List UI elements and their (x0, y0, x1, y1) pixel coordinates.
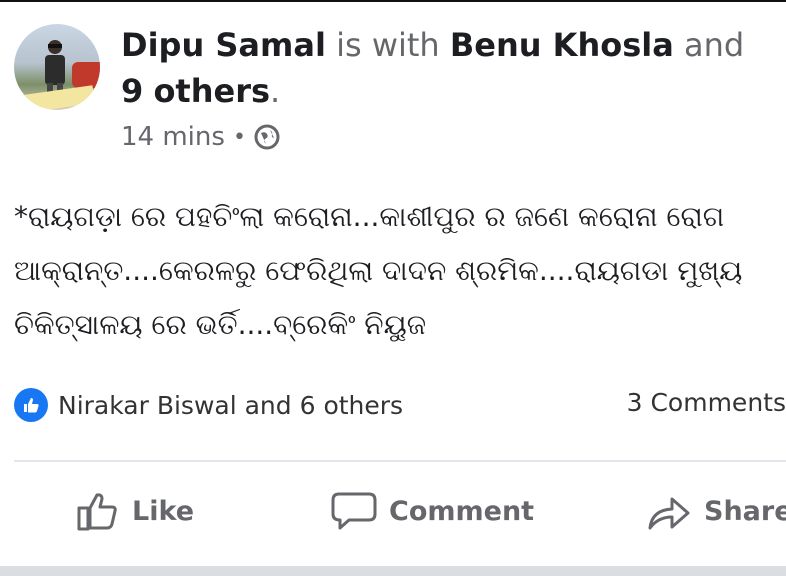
bottom-bar (0, 566, 786, 576)
post-text: *ରାୟଗଡ଼ା ରେ ପହଚିଂଲା କରୋନା...କାଶୀପୁର ର ଜଣ… (14, 190, 786, 352)
car-shape (72, 62, 100, 88)
comments-count[interactable]: 3 Comments (627, 388, 786, 417)
plate-shape (23, 85, 95, 110)
comment-label: Comment (389, 495, 535, 527)
others-text[interactable]: others (153, 72, 270, 110)
comment-button[interactable]: Comment (331, 490, 534, 532)
and-text: and (684, 26, 745, 64)
comment-icon (331, 492, 377, 530)
post-text-line: ଆକ୍ରାନ୍ତ....କେରଳରୁ ଫେରିଥିଲା ଦାଦନ ଶ୍ରମିକ.… (14, 254, 743, 287)
author-name[interactable]: Dipu Samal (121, 26, 326, 64)
top-divider (0, 0, 786, 2)
period: . (270, 72, 281, 110)
post-header: Dipu Samal is with Benu Khosla and 9 oth… (121, 22, 761, 114)
share-button[interactable]: Share (646, 490, 786, 532)
share-icon (648, 497, 690, 530)
like-icon (14, 388, 48, 422)
thumbs-up-icon (77, 493, 117, 531)
post-text-line: *ରାୟଗଡ଼ା ରେ ପହଚିଂଲା କରୋନା...କାଶୀପୁର ର ଜଣ… (14, 200, 725, 233)
globe-icon[interactable] (254, 124, 280, 150)
others-count[interactable]: 9 (121, 72, 143, 110)
like-button[interactable]: Like (76, 490, 194, 532)
meta-separator: • (232, 124, 246, 150)
avatar[interactable] (14, 24, 100, 110)
reactions-summary[interactable]: Nirakar Biswal and 6 others (14, 388, 403, 422)
share-label: Share (704, 495, 786, 527)
post-text-line: ଚିକିତ୍ସାଳୟ ରେ ଭର୍ତି....ବ୍ରେକିଂ ନିୟୁଜ (14, 308, 427, 341)
post-meta: 14 mins • (121, 122, 280, 152)
like-label: Like (132, 495, 195, 527)
with-text: is with (336, 26, 440, 64)
tagged-name[interactable]: Benu Khosla (450, 26, 674, 64)
post-time[interactable]: 14 mins (121, 122, 225, 152)
actions-divider (14, 460, 786, 462)
reactions-text: Nirakar Biswal and 6 others (58, 390, 404, 420)
